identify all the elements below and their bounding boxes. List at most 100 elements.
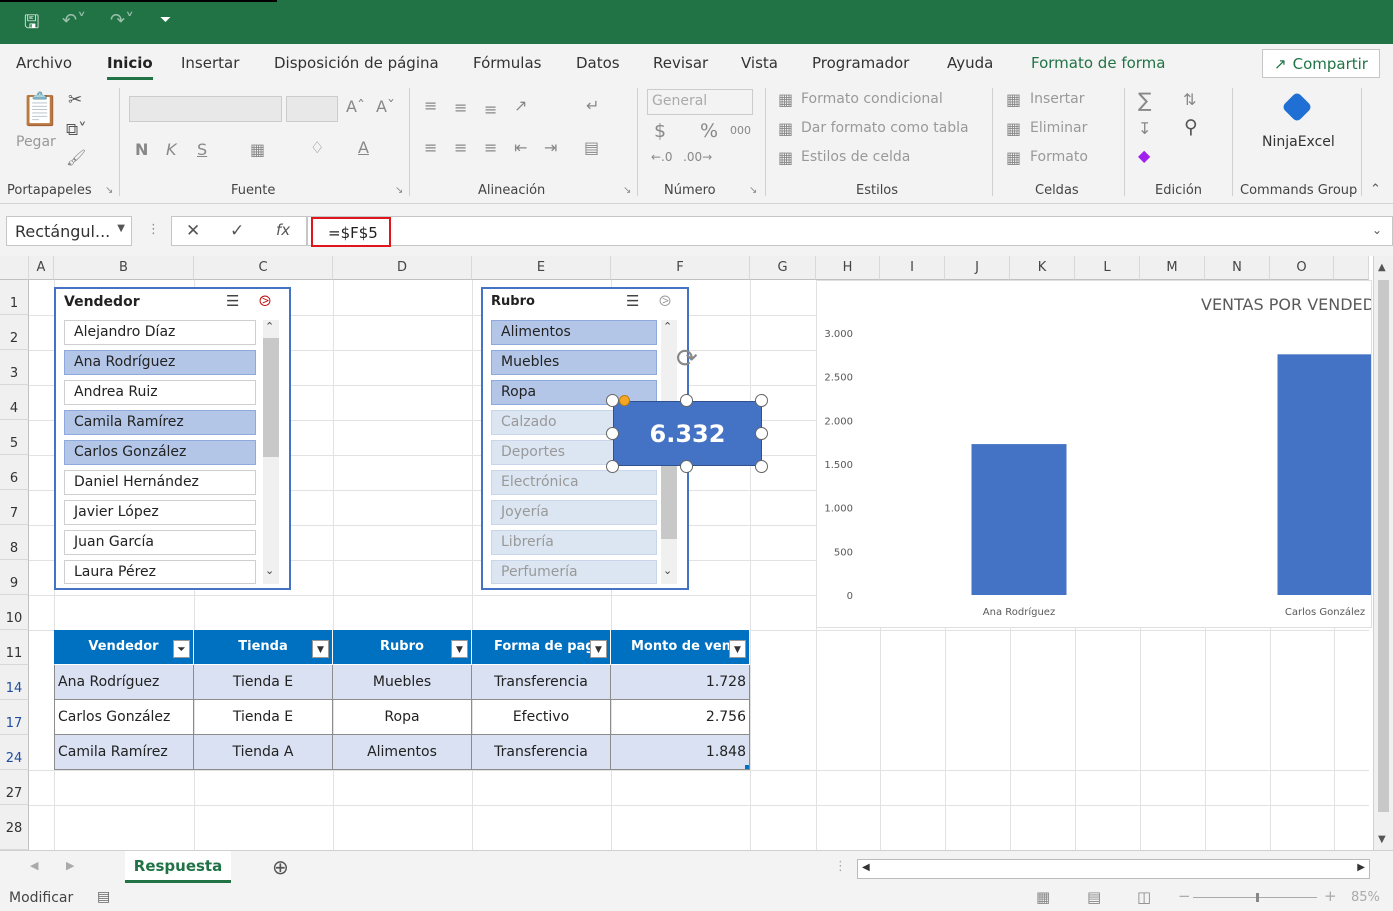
bold-button[interactable]: N — [135, 140, 148, 159]
formula-input-area[interactable]: =$F$5 ⌄ — [307, 216, 1393, 247]
slicer-item[interactable]: Javier López — [64, 500, 256, 525]
enter-icon[interactable]: ✓ — [230, 221, 244, 241]
slicer-item[interactable]: Carlos González — [64, 440, 256, 465]
multi-select-icon[interactable]: ☰ — [626, 292, 639, 310]
slicer-item[interactable]: Camila Ramírez — [64, 410, 256, 435]
paste-label[interactable]: Pegar — [16, 134, 56, 150]
column-header[interactable]: G — [750, 256, 816, 280]
formula-input[interactable]: =$F$5 — [311, 217, 391, 247]
insert-function-icon[interactable]: fx — [276, 221, 290, 239]
autosum-icon[interactable]: ∑ — [1138, 88, 1151, 112]
dropdown-icon[interactable]: ▼ — [451, 640, 468, 658]
orientation-icon[interactable]: ↗ — [514, 96, 527, 115]
paste-icon[interactable]: 📋 — [20, 90, 60, 128]
slicer-item[interactable]: Ana Rodríguez — [64, 350, 256, 375]
row-header[interactable]: 3 — [0, 350, 29, 385]
column-header[interactable]: B — [54, 256, 194, 280]
row-header[interactable]: 7 — [0, 490, 29, 525]
cell-styles-button[interactable]: Estilos de celda — [801, 149, 910, 165]
increase-decimal-icon[interactable]: ←.0 — [651, 150, 673, 164]
redo-icon[interactable]: ↷˅ — [110, 10, 134, 31]
dialog-launcher-icon[interactable]: ↘ — [395, 185, 403, 196]
resize-handle[interactable] — [755, 460, 768, 473]
align-middle-icon[interactable]: ≡ — [454, 98, 467, 117]
decrease-decimal-icon[interactable]: .00→ — [683, 150, 712, 164]
zoom-out-icon[interactable]: − — [1178, 887, 1191, 905]
cut-icon[interactable]: ✂ — [68, 90, 82, 110]
table-cell[interactable]: 1.848 — [611, 735, 750, 770]
tab-revisar[interactable]: Revisar — [653, 54, 708, 72]
delete-cells-button[interactable]: Eliminar — [1030, 120, 1087, 136]
name-box-dropdown-icon[interactable]: ▼ — [117, 223, 125, 234]
column-header[interactable]: D — [333, 256, 472, 280]
next-sheet-icon[interactable]: ▶ — [66, 859, 74, 872]
collapse-ribbon-icon[interactable]: ⌃ — [1370, 182, 1381, 197]
decrease-font-icon[interactable]: Aˇ — [376, 97, 395, 116]
column-header[interactable]: A — [29, 256, 54, 280]
format-table-button[interactable]: Dar formato como tabla — [801, 120, 969, 136]
tab-ayuda[interactable]: Ayuda — [947, 54, 993, 72]
macro-recorder-icon[interactable]: ▤ — [97, 889, 110, 905]
table-cell[interactable]: Ana Rodríguez — [54, 665, 194, 700]
tab-programador[interactable]: Programador — [812, 54, 909, 72]
row-header[interactable]: 9 — [0, 560, 29, 595]
slicer-item[interactable]: Perfumería — [491, 560, 657, 584]
conditional-format-icon[interactable]: ▦ — [778, 90, 793, 109]
dropdown-icon[interactable]: ▼ — [729, 640, 746, 658]
splitter-icon[interactable]: ⋮ — [834, 859, 847, 874]
scroll-right-icon[interactable]: ▶ — [1357, 862, 1365, 873]
dialog-launcher-icon[interactable]: ↘ — [749, 185, 757, 196]
expand-formula-icon[interactable]: ⌄ — [1372, 223, 1382, 237]
row-header[interactable]: 4 — [0, 385, 29, 420]
row-header[interactable]: 11 — [0, 630, 29, 665]
row-header[interactable]: 8 — [0, 525, 29, 560]
ninjaexcel-icon[interactable] — [1281, 91, 1313, 123]
column-header[interactable]: E — [472, 256, 611, 280]
slicer-scroll-thumb[interactable] — [263, 338, 279, 457]
table-cell[interactable]: Alimentos — [333, 735, 472, 770]
fill-icon[interactable]: ↧ — [1138, 119, 1151, 138]
row-header[interactable]: 2 — [0, 315, 29, 350]
borders-icon[interactable]: ▦ — [250, 140, 265, 159]
vertical-scrollbar[interactable]: ▲ ▼ — [1373, 256, 1393, 850]
delete-cells-icon[interactable]: ▦ — [1006, 119, 1021, 138]
scroll-left-icon[interactable]: ◀ — [862, 862, 870, 873]
dialog-launcher-icon[interactable]: ↘ — [623, 185, 631, 196]
column-header[interactable]: H — [816, 256, 880, 280]
tab-archivo[interactable]: Archivo — [16, 54, 72, 72]
currency-button[interactable]: $ — [654, 120, 666, 142]
page-break-view-icon[interactable]: ◫ — [1137, 888, 1151, 906]
font-name-combo[interactable] — [129, 96, 282, 122]
find-icon[interactable]: ⚲ — [1184, 116, 1198, 138]
slicer-item[interactable]: Alimentos — [491, 320, 657, 345]
sales-chart[interactable]: VENTAS POR VENDED 0 500 1.000 1.500 2.000 2.5… — [816, 280, 1372, 628]
copy-icon[interactable]: ⧉˅ — [66, 120, 87, 140]
format-table-icon[interactable]: ▦ — [778, 119, 793, 138]
column-header[interactable]: K — [1010, 256, 1075, 280]
column-header[interactable]: J — [945, 256, 1010, 280]
sheet-tab-respuesta[interactable]: Respuesta — [125, 851, 231, 883]
zoom-in-icon[interactable]: + — [1324, 887, 1337, 905]
resize-handle[interactable] — [680, 460, 693, 473]
row-header[interactable]: 17 — [0, 700, 29, 735]
insert-cells-button[interactable]: Insertar — [1030, 91, 1085, 107]
slicer-item[interactable]: Daniel Hernández — [64, 470, 256, 495]
column-header[interactable]: F — [611, 256, 750, 280]
column-header[interactable]: L — [1075, 256, 1140, 280]
slicer-item[interactable]: Alejandro Díaz — [64, 320, 256, 345]
table-cell[interactable]: Muebles — [333, 665, 472, 700]
format-painter-icon[interactable]: 🖌 — [66, 148, 86, 167]
zoom-level[interactable]: 85% — [1351, 890, 1380, 905]
share-button[interactable]: ↗ Compartir — [1262, 49, 1380, 78]
scroll-down-icon[interactable]: ▼ — [1378, 834, 1386, 845]
slicer-vendedor[interactable]: Vendedor ☰ ⧁ Alejandro Díaz Ana Rodrígue… — [54, 287, 291, 590]
slicer-item[interactable]: Laura Pérez — [64, 560, 256, 584]
chart-bar[interactable] — [971, 444, 1067, 595]
thousands-button[interactable]: 000 — [730, 124, 751, 137]
row-header[interactable]: 10 — [0, 595, 29, 630]
table-resize-handle[interactable] — [745, 765, 749, 769]
merge-icon[interactable]: ▤ — [584, 138, 599, 157]
page-layout-view-icon[interactable]: ▤ — [1087, 888, 1101, 906]
table-cell[interactable]: Carlos González — [54, 700, 194, 735]
table-header-vendedor[interactable]: Vendedor ⏷ — [54, 630, 194, 664]
